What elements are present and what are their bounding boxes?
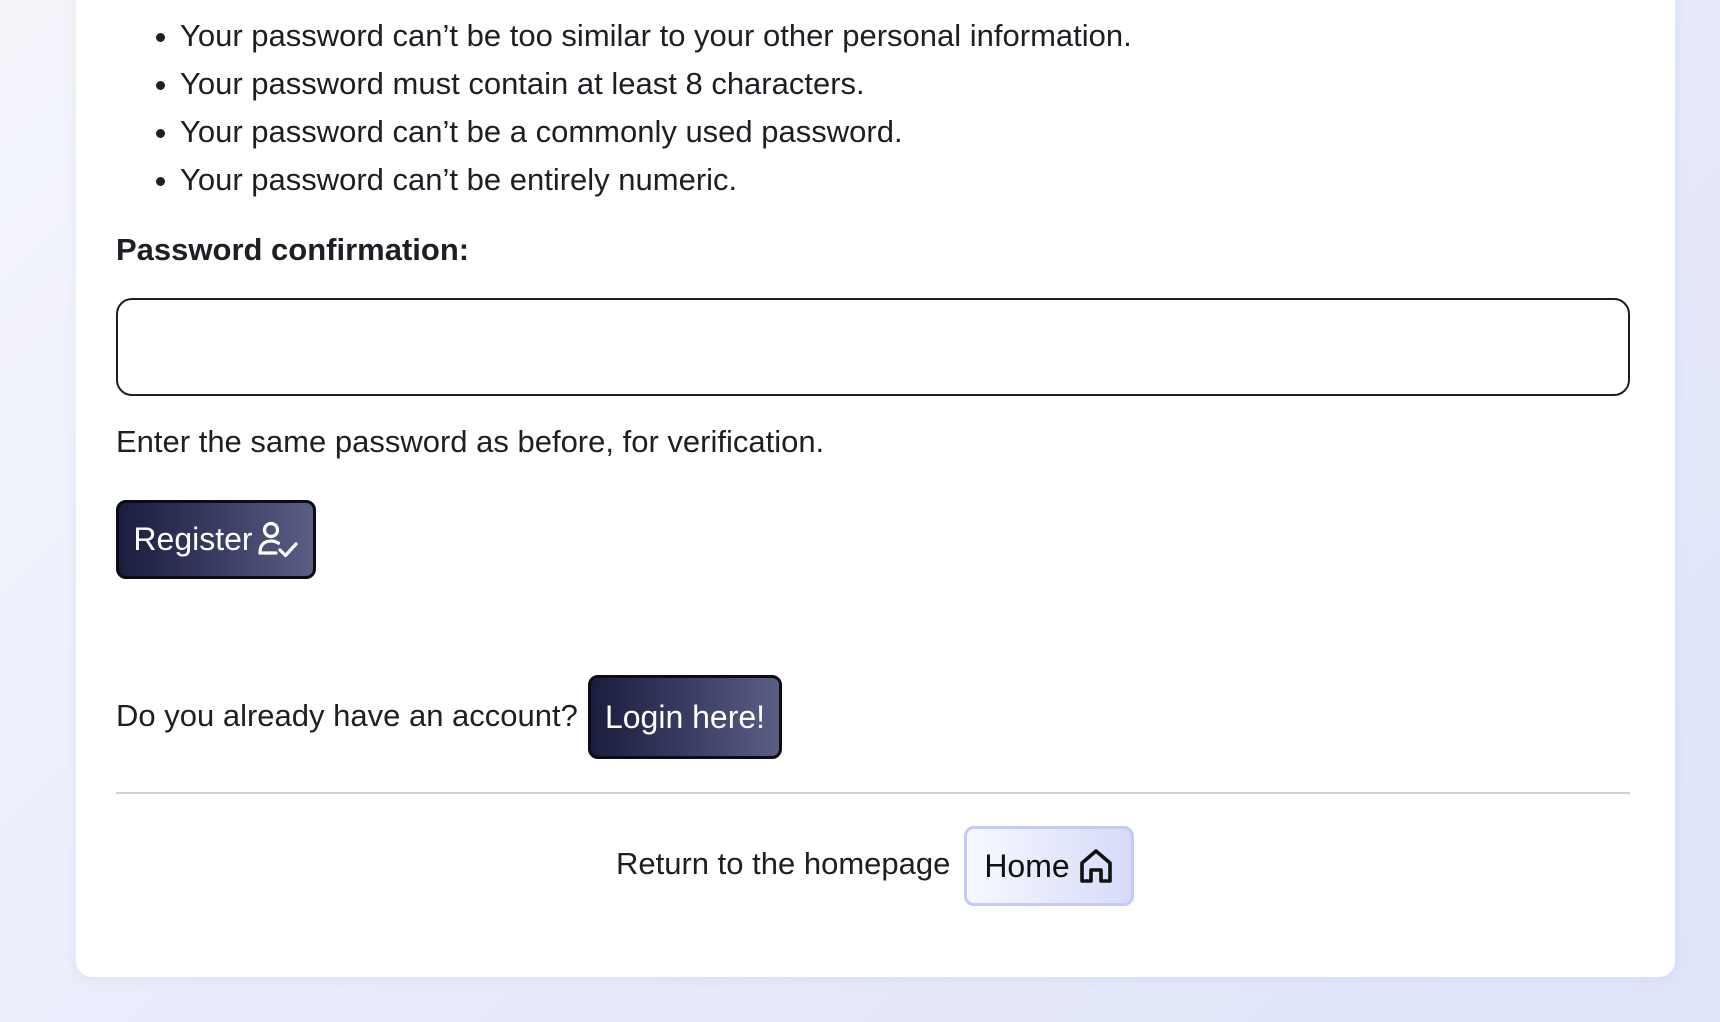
- password-rule: Your password can’t be too similar to yo…: [156, 12, 1132, 60]
- divider: [116, 792, 1630, 794]
- login-button[interactable]: Login here!: [588, 675, 782, 759]
- login-prompt-text: Do you already have an account?: [116, 698, 578, 733]
- register-button[interactable]: Register: [116, 500, 316, 579]
- password-confirmation-help-text: Enter the same password as before, for v…: [116, 424, 825, 459]
- password-rules-list: Your password can’t be too similar to yo…: [156, 12, 1132, 204]
- home-icon: [1078, 847, 1114, 885]
- user-check-icon: [257, 520, 299, 560]
- password-confirmation-label: Password confirmation:: [116, 232, 470, 267]
- password-rule: Your password must contain at least 8 ch…: [156, 60, 1132, 108]
- password-confirmation-input[interactable]: [116, 298, 1630, 396]
- password-rule: Your password can’t be entirely numeric.: [156, 156, 1132, 204]
- home-row: Return to the homepage Home: [116, 826, 1630, 906]
- home-button[interactable]: Home: [964, 826, 1134, 906]
- register-button-label: Register: [133, 521, 253, 557]
- password-rule: Your password can’t be a commonly used p…: [156, 108, 1132, 156]
- home-button-label: Home: [984, 847, 1070, 884]
- return-homepage-text: Return to the homepage: [616, 846, 951, 881]
